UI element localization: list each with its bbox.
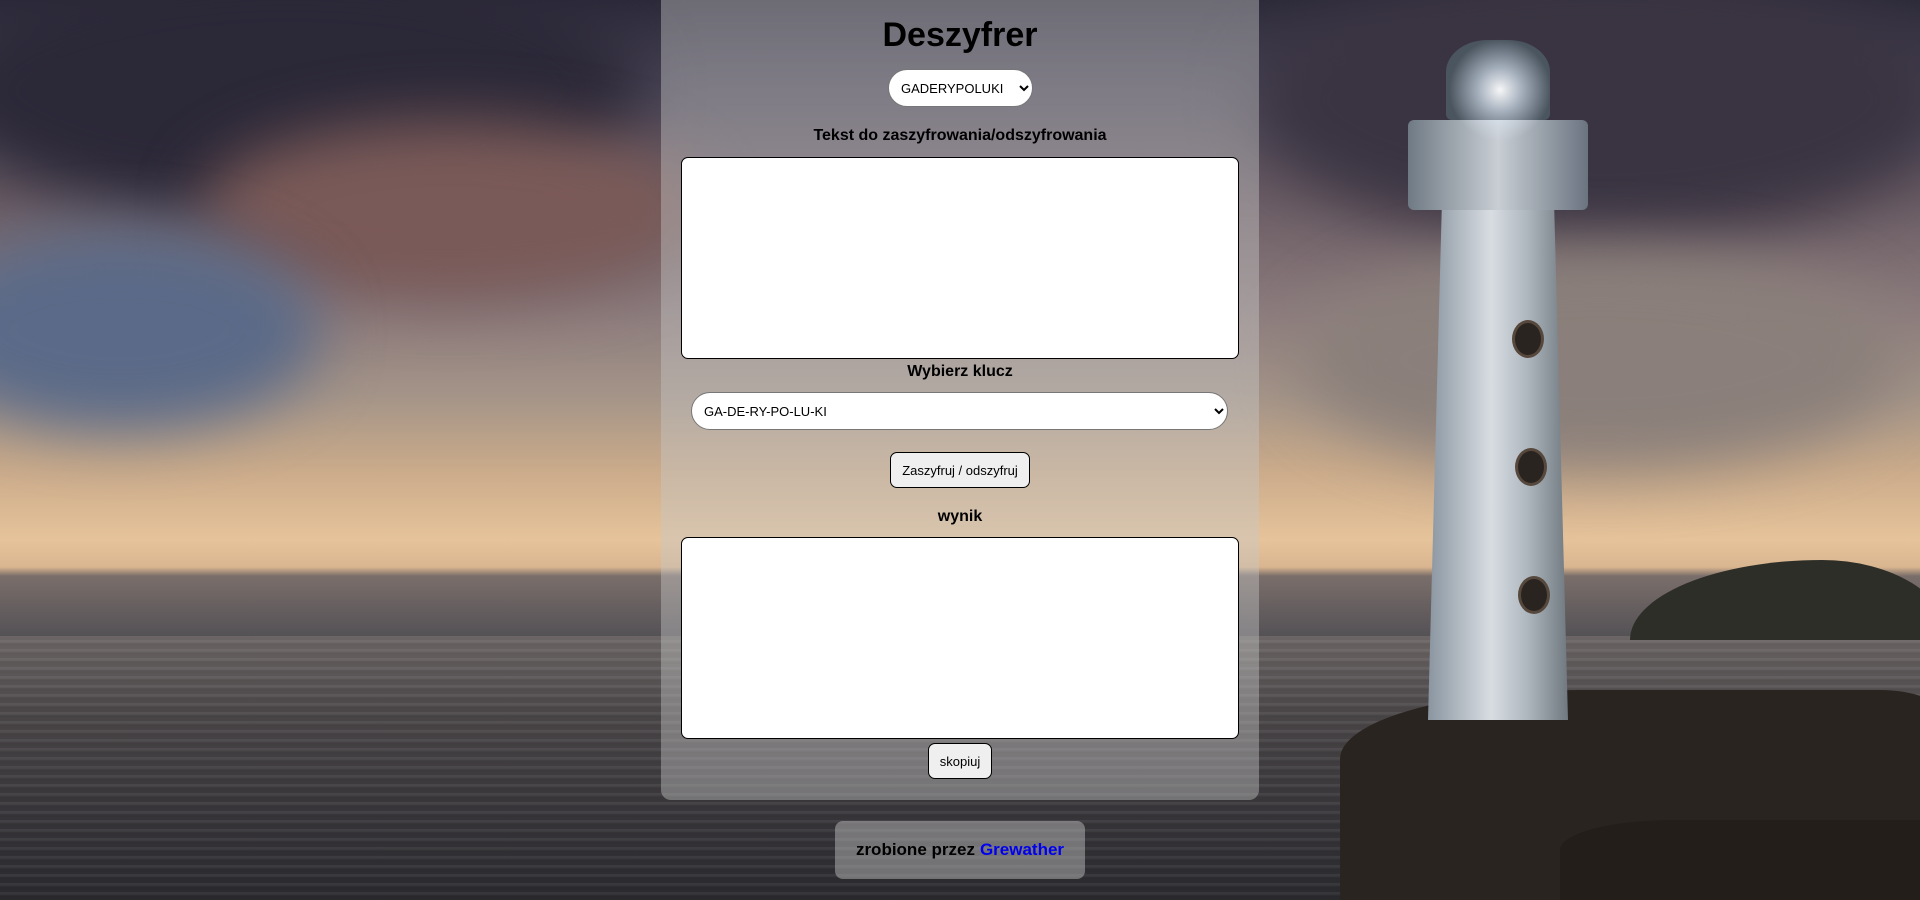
- island: [1630, 560, 1920, 640]
- lighthouse-light: [1440, 30, 1560, 150]
- lighthouse-window: [1518, 576, 1550, 614]
- author-link[interactable]: Grewather: [980, 840, 1064, 860]
- output-label: wynik: [937, 508, 983, 525]
- footer: zrobione przez Grewather: [835, 821, 1085, 879]
- input-label: Tekst do zaszyfrowania/odszyfrowania: [813, 127, 1107, 144]
- output-textarea[interactable]: [681, 537, 1239, 739]
- key-label: Wybierz klucz: [907, 363, 1013, 380]
- cloud: [1300, 250, 1900, 470]
- lighthouse-window: [1515, 448, 1547, 486]
- lighthouse-window: [1512, 320, 1544, 358]
- copy-button[interactable]: skopiuj: [928, 743, 992, 779]
- rocks: [1560, 820, 1920, 900]
- key-select[interactable]: GA-DE-RY-PO-LU-KI: [691, 392, 1228, 430]
- cipher-select[interactable]: GADERYPOLUKI: [888, 69, 1033, 107]
- lighthouse-tower: [1428, 200, 1568, 720]
- footer-text: zrobione przez: [855, 840, 975, 859]
- page-title: Deszyfrer: [882, 16, 1038, 54]
- encrypt-decrypt-button[interactable]: Zaszyfruj / odszyfruj: [890, 452, 1030, 488]
- input-textarea[interactable]: [681, 157, 1239, 359]
